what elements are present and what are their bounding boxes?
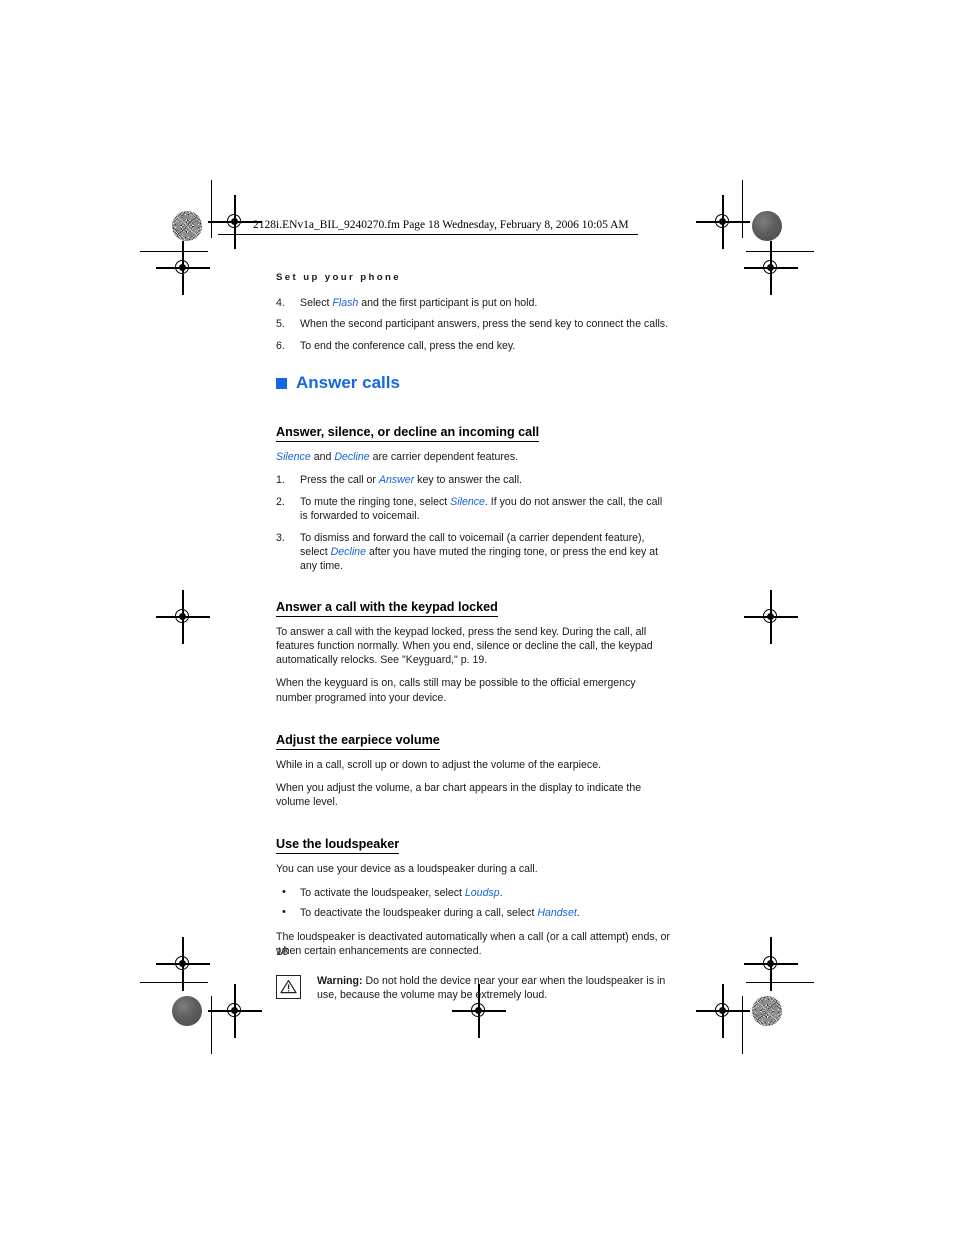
section-heading: Answer a call with the keypad locked — [276, 600, 498, 617]
warning-text: Warning: Do not hold the device near you… — [317, 974, 671, 1003]
section-heading: Adjust the earpiece volume — [276, 733, 440, 750]
registration-mark-top-left — [208, 195, 262, 249]
step-number: 6. — [276, 339, 285, 352]
step-text-before: To end the conference call, press the en… — [300, 339, 516, 352]
paragraph: To answer a call with the keypad locked,… — [276, 625, 653, 667]
crop-rule-bottom-left-vertical — [211, 996, 213, 1054]
page-content: Set up your phone 4. Select Flash and the… — [276, 272, 671, 1003]
step-text-after: key to answer the call. — [414, 474, 522, 487]
crop-rule-upper-left-horizontal — [140, 251, 208, 253]
file-header-text: 2128i.ENv1a_BIL_9240270.fm Page 18 Wedne… — [253, 219, 629, 231]
registration-mark-mid-left — [156, 590, 210, 644]
crop-rule-top-left-vertical — [211, 180, 213, 238]
bullet-icon: • — [282, 885, 286, 898]
chapter-title: Answer calls — [296, 373, 400, 393]
list-item: 1. Press the call or Answer key to answer… — [276, 473, 671, 487]
registration-mark-lower-left-corner — [156, 937, 210, 991]
file-header-rule — [218, 234, 638, 235]
step-text-before: To mute the ringing tone, select — [300, 495, 451, 508]
registration-patch-bottom-right — [752, 996, 782, 1026]
crop-rule-bottom-right-vertical — [742, 996, 744, 1054]
ui-term: Decline — [330, 546, 366, 559]
step-text-before: Press the call or — [300, 474, 379, 487]
registration-patch-top-right — [752, 211, 782, 241]
step-number: 3. — [276, 531, 285, 544]
registration-mark-upper-left-corner — [156, 241, 210, 295]
list-item: 3. To dismiss and forward the call to voi… — [276, 531, 671, 574]
step-number: 4. — [276, 297, 285, 309]
step-number: 5. — [276, 318, 285, 331]
list-item: 5. When the second participant answers, p… — [276, 317, 671, 331]
warning-label: Warning: — [317, 974, 363, 987]
intro-post-text: are carrier dependent features. — [369, 451, 519, 464]
loudspeaker-bullet-list: • To activate the loudspeaker, select Lou… — [276, 886, 671, 921]
section-keypad-locked: Answer a call with the keypad locked — [276, 581, 671, 625]
registration-mark-bottom-right — [696, 984, 750, 1038]
registration-mark-upper-right-corner — [744, 241, 798, 295]
section-heading: Use the loudspeaker — [276, 837, 400, 855]
paragraph: While in a call, scroll up or down to ad… — [276, 758, 602, 771]
registration-mark-mid-right — [744, 590, 798, 644]
list-item: 4. Select Flash and the first participant… — [276, 296, 671, 310]
bullet-text-before: To deactivate the loudspeaker during a c… — [300, 907, 538, 920]
section-intro-paragraph: Silence and Decline are carrier dependen… — [276, 450, 671, 464]
crop-rule-top-right-vertical — [742, 180, 744, 238]
bullet-text-after: . — [576, 907, 580, 920]
registration-mark-top-right — [696, 195, 750, 249]
square-bullet-icon — [276, 377, 287, 389]
registration-patch-bottom-left — [172, 996, 202, 1026]
section-earpiece-volume: Adjust the earpiece volume — [276, 714, 671, 758]
list-item: • To deactivate the loudspeaker during a … — [276, 906, 671, 920]
step-text-after: and the first participant is put on hold… — [358, 297, 538, 309]
section-loudspeaker: Use the loudspeaker — [276, 818, 671, 862]
step-text-before: Select — [300, 297, 333, 309]
warning-body: Do not hold the device near your ear whe… — [317, 974, 666, 1002]
section-heading: Answer, silence, or decline an incoming … — [276, 425, 540, 443]
bullet-icon: • — [282, 906, 286, 919]
step-number: 1. — [276, 474, 285, 487]
step-number: 2. — [276, 495, 285, 508]
ui-term: Silence — [450, 495, 485, 508]
bullet-text-before: To activate the loudspeaker, select — [300, 886, 465, 899]
file-header: 2128i.ENv1a_BIL_9240270.fm Page 18 Wedne… — [218, 219, 638, 235]
ui-term: Loudsp — [464, 886, 500, 899]
paragraph: When you adjust the volume, a bar chart … — [276, 782, 642, 809]
step-text-before: When the second participant answers, pre… — [300, 318, 669, 331]
ui-term: Answer — [378, 474, 415, 487]
paragraph: When the keyguard is on, calls still may… — [276, 677, 636, 704]
intro-mid-text: and — [310, 451, 335, 464]
answer-steps-list: 1. Press the call or Answer key to answer… — [276, 473, 671, 573]
crop-rule-upper-right-horizontal — [746, 251, 814, 253]
chapter-heading: Answer calls — [276, 373, 671, 393]
crop-rule-lower-left-horizontal — [140, 982, 208, 984]
list-item: • To activate the loudspeaker, select Lou… — [276, 886, 671, 900]
ui-term: Decline — [334, 451, 370, 464]
running-head: Set up your phone — [276, 272, 402, 283]
ui-term: Silence — [276, 451, 311, 464]
crop-rule-lower-right-horizontal — [746, 982, 814, 984]
warning-triangle-icon — [276, 974, 301, 999]
ui-term: Handset — [537, 907, 577, 920]
ui-term: Flash — [332, 297, 359, 309]
bullet-text-after: . — [499, 886, 503, 899]
registration-mark-lower-right-corner — [744, 937, 798, 991]
list-item: 2. To mute the ringing tone, select Silen… — [276, 495, 671, 524]
list-item: 6. To end the conference call, press the … — [276, 339, 671, 353]
registration-patch-top-left — [172, 211, 202, 241]
page-number: 18 — [276, 946, 289, 958]
section-answer-silence-decline: Answer, silence, or decline an incoming … — [276, 406, 671, 450]
paragraph: You can use your device as a loudspeaker… — [276, 863, 538, 876]
continued-steps-list: 4. Select Flash and the first participant… — [276, 296, 671, 353]
registration-mark-bottom-left — [208, 984, 262, 1038]
warning-block: Warning: Do not hold the device near you… — [276, 974, 671, 1003]
paragraph: The loudspeaker is deactivated automatic… — [276, 930, 670, 957]
